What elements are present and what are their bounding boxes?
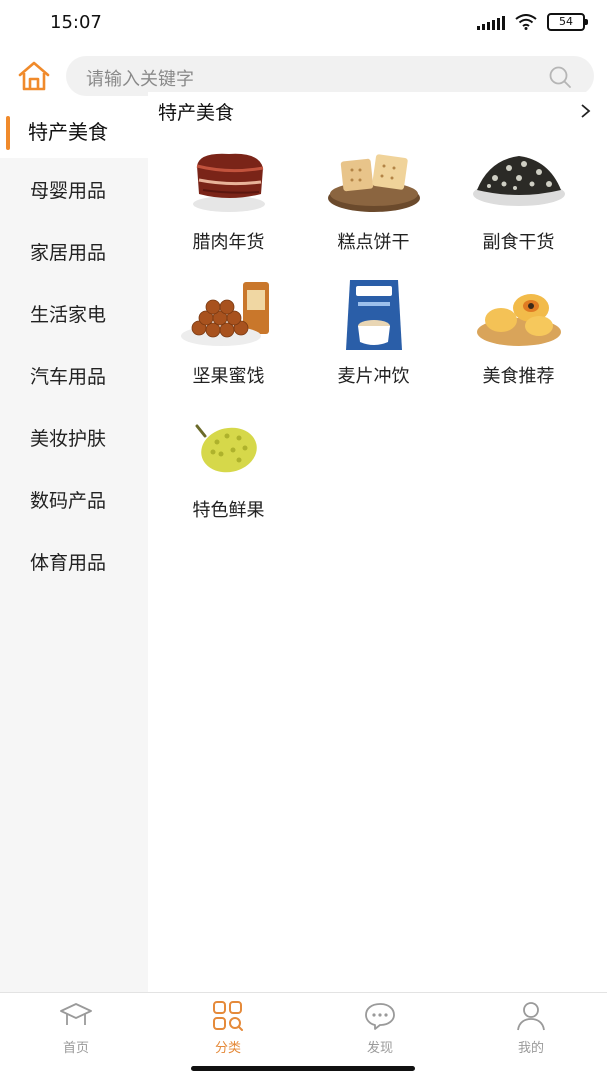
sidebar-item-beauty[interactable]: 美妆护肤	[0, 406, 148, 468]
tab-profile[interactable]: 我的	[481, 1001, 581, 1056]
subcategory-label: 特色鲜果	[192, 500, 265, 521]
tab-category[interactable]: 分类	[178, 1001, 278, 1056]
sidebar-item-appliances[interactable]: 生活家电	[0, 282, 148, 344]
subcategory-item[interactable]: 糕点饼干	[301, 142, 446, 254]
category-content: 特产美食 腊肉年货 糕点饼干 副食干货 坚果蜜饯 麦片冲饮 美食推荐 特色鲜果	[148, 92, 607, 992]
subcategory-grid: 腊肉年货 糕点饼干 副食干货 坚果蜜饯 麦片冲饮 美食推荐 特色鲜果	[156, 142, 592, 522]
category-grid-icon	[213, 1001, 243, 1031]
tab-home[interactable]: 首页	[26, 1001, 126, 1056]
biscuits-image	[327, 154, 420, 212]
chevron-right-icon[interactable]	[579, 104, 593, 118]
sidebar-item-specialty-food[interactable]: 特产美食	[0, 102, 148, 158]
sidebar-item-digital[interactable]: 数码产品	[0, 468, 148, 530]
sidebar-item-baby[interactable]: 母婴用品	[0, 158, 148, 220]
cereal-drink-image	[345, 280, 402, 350]
sidebar-item-label: 生活家电	[30, 303, 107, 326]
subcategory-item[interactable]: 副食干货	[446, 142, 591, 254]
subcategory-label: 糕点饼干	[337, 232, 410, 253]
sidebar-item-sports[interactable]: 体育用品	[0, 530, 148, 592]
status-bar: 15:07 54	[0, 0, 607, 46]
subcategory-label: 腊肉年货	[192, 232, 265, 253]
subcategory-item[interactable]: 麦片冲饮	[301, 276, 446, 388]
tab-label: 我的	[517, 1041, 544, 1056]
subcategory-item[interactable]: 特色鲜果	[156, 410, 301, 522]
home-icon[interactable]	[16, 58, 52, 94]
sidebar-item-label: 家居用品	[30, 241, 107, 264]
tab-label: 分类	[214, 1041, 241, 1056]
dried-food-image	[472, 156, 565, 206]
search-placeholder: 请输入关键字	[86, 69, 194, 90]
sidebar-item-home[interactable]: 家居用品	[0, 220, 148, 282]
sidebar-item-label: 美妆护肤	[30, 427, 107, 450]
search-icon[interactable]	[548, 65, 572, 89]
signal-icon	[477, 14, 505, 30]
category-sidebar: 特产美食 母婴用品 家居用品 生活家电 汽车用品 美妆护肤 数码产品 体育用品	[0, 102, 148, 992]
home-indicator	[191, 1066, 415, 1071]
subcategory-label: 美食推荐	[482, 366, 555, 387]
status-icons: 54	[477, 13, 588, 31]
sidebar-item-label: 母婴用品	[30, 179, 107, 202]
section-title: 特产美食	[158, 102, 235, 124]
sidebar-item-auto[interactable]: 汽车用品	[0, 344, 148, 406]
status-time: 15:07	[50, 12, 102, 33]
tab-label: 发现	[366, 1041, 393, 1056]
chat-bubble-icon	[365, 1003, 395, 1030]
subcategory-label: 副食干货	[482, 232, 555, 253]
search-input[interactable]: 请输入关键字	[66, 56, 594, 96]
home-cap-icon	[60, 1003, 92, 1025]
tab-label: 首页	[62, 1041, 89, 1056]
sidebar-item-label: 数码产品	[30, 489, 107, 512]
durian-image	[195, 424, 257, 473]
subcategory-label: 麦片冲饮	[337, 366, 410, 387]
subcategory-item[interactable]: 坚果蜜饯	[156, 276, 301, 388]
user-icon	[517, 1002, 545, 1031]
subcategory-item[interactable]: 腊肉年货	[156, 142, 301, 254]
tab-discover[interactable]: 发现	[330, 1001, 430, 1056]
battery-icon: 54	[547, 13, 588, 31]
subcategory-item[interactable]: 美食推荐	[446, 276, 591, 388]
sidebar-item-label: 体育用品	[30, 551, 107, 574]
sidebar-item-label: 特产美食	[28, 119, 108, 144]
cured-meat-image	[192, 153, 265, 212]
nuts-image	[180, 282, 269, 346]
subcategory-label: 坚果蜜饯	[192, 366, 265, 387]
wifi-icon	[515, 14, 537, 30]
sidebar-item-label: 汽车用品	[30, 365, 107, 388]
pastry-image	[476, 294, 561, 346]
